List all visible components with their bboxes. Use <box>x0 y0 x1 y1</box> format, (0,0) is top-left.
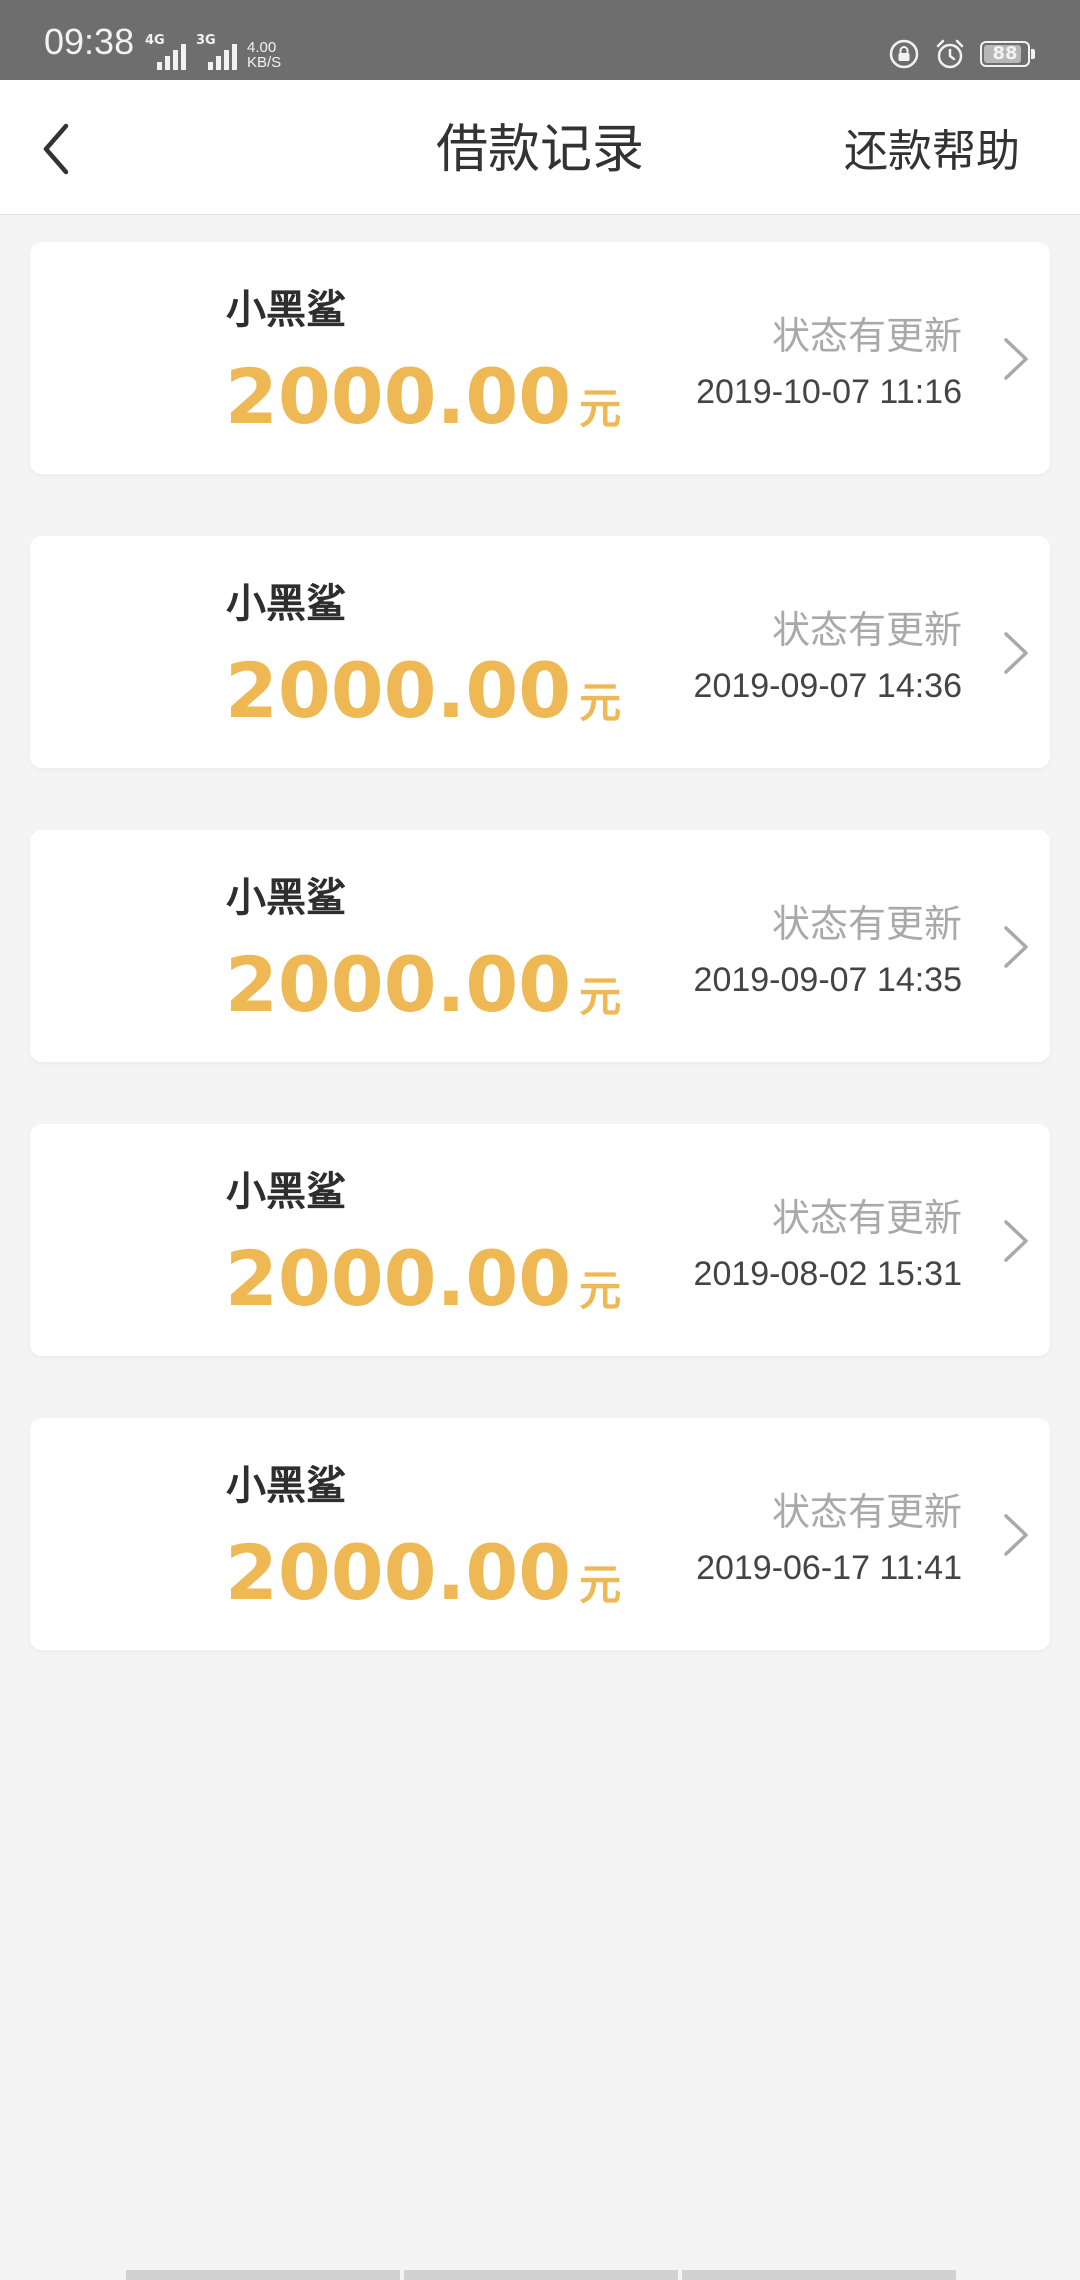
lender-name: 小黑鲨 <box>226 1463 346 1509</box>
amount-unit: 元 <box>579 678 622 727</box>
record-status: 状态有更新 <box>771 1196 962 1240</box>
loan-record-list: 小黑鲨 2000.00 元 状态有更新 2019-10-07 11:16 小黑鲨… <box>30 242 1050 1712</box>
lender-name: 小黑鲨 <box>226 1169 346 1215</box>
record-status: 状态有更新 <box>771 608 962 652</box>
repayment-help-link[interactable]: 还款帮助 <box>844 124 1020 180</box>
gesture-hint-right[interactable] <box>682 2270 956 2280</box>
loan-record-card[interactable]: 小黑鲨 2000.00 元 状态有更新 2019-08-02 15:31 <box>30 1124 1050 1356</box>
gesture-hint-bars <box>126 2270 956 2280</box>
chevron-right-icon <box>1004 926 1028 968</box>
record-date: 2019-08-02 15:31 <box>693 1255 962 1293</box>
loan-record-card[interactable]: 小黑鲨 2000.00 元 状态有更新 2019-10-07 11:16 <box>30 242 1050 474</box>
lender-name: 小黑鲨 <box>226 287 346 333</box>
signal-tech-label: 4G <box>145 33 165 48</box>
record-status: 状态有更新 <box>771 314 962 358</box>
battery-level: 88 <box>992 43 1018 64</box>
amount-unit: 元 <box>579 972 622 1021</box>
loan-record-card[interactable]: 小黑鲨 2000.00 元 状态有更新 2019-06-17 11:41 <box>30 1418 1050 1650</box>
signal-tech-label: 3G <box>196 33 216 48</box>
loan-amount: 2000.00 元 <box>225 940 621 1030</box>
battery-icon: 88 <box>980 41 1035 67</box>
amount-unit: 元 <box>579 1266 622 1315</box>
amount-value: 2000.00 <box>225 1234 572 1323</box>
gesture-hint-left[interactable] <box>126 2270 400 2280</box>
amount-value: 2000.00 <box>225 940 572 1029</box>
loan-amount: 2000.00 元 <box>225 1234 621 1324</box>
loan-record-card[interactable]: 小黑鲨 2000.00 元 状态有更新 2019-09-07 14:36 <box>30 536 1050 768</box>
lender-name: 小黑鲨 <box>226 581 346 627</box>
chevron-right-icon <box>1004 1514 1028 1556</box>
status-bar: 09:38 4G 3G 4.00 KB/S 88 <box>0 0 1080 80</box>
signal-3g: 3G <box>196 33 237 70</box>
alarm-clock-icon <box>936 39 964 69</box>
network-speed: 4.00 KB/S <box>247 40 281 70</box>
chevron-right-icon <box>1004 338 1028 380</box>
chevron-right-icon <box>1004 632 1028 674</box>
record-date: 2019-06-17 11:41 <box>696 1549 962 1587</box>
record-date: 2019-09-07 14:35 <box>693 961 962 999</box>
signal-4g: 4G <box>145 33 186 70</box>
amount-value: 2000.00 <box>225 1528 572 1617</box>
amount-value: 2000.00 <box>225 352 572 441</box>
network-indicators: 4G 3G 4.00 KB/S <box>145 33 281 70</box>
amount-value: 2000.00 <box>225 646 572 735</box>
status-icons: 88 <box>888 38 1035 70</box>
record-date: 2019-09-07 14:36 <box>693 667 962 705</box>
loan-amount: 2000.00 元 <box>225 352 621 442</box>
header-bar: 借款记录 还款帮助 <box>0 80 1080 215</box>
gesture-hint-center[interactable] <box>404 2270 678 2280</box>
network-speed-value: 4.00 <box>247 39 277 56</box>
loan-record-card[interactable]: 小黑鲨 2000.00 元 状态有更新 2019-09-07 14:35 <box>30 830 1050 1062</box>
record-status: 状态有更新 <box>771 1490 962 1534</box>
chevron-right-icon <box>1004 1220 1028 1262</box>
loan-amount: 2000.00 元 <box>225 1528 621 1618</box>
record-status: 状态有更新 <box>771 902 962 946</box>
rotation-lock-icon <box>889 39 919 69</box>
loan-amount: 2000.00 元 <box>225 646 621 736</box>
amount-unit: 元 <box>579 384 622 433</box>
record-date: 2019-10-07 11:16 <box>696 373 962 411</box>
network-speed-unit: KB/S <box>247 54 282 71</box>
amount-unit: 元 <box>579 1560 622 1609</box>
lender-name: 小黑鲨 <box>226 875 346 921</box>
status-time: 09:38 <box>44 21 135 62</box>
